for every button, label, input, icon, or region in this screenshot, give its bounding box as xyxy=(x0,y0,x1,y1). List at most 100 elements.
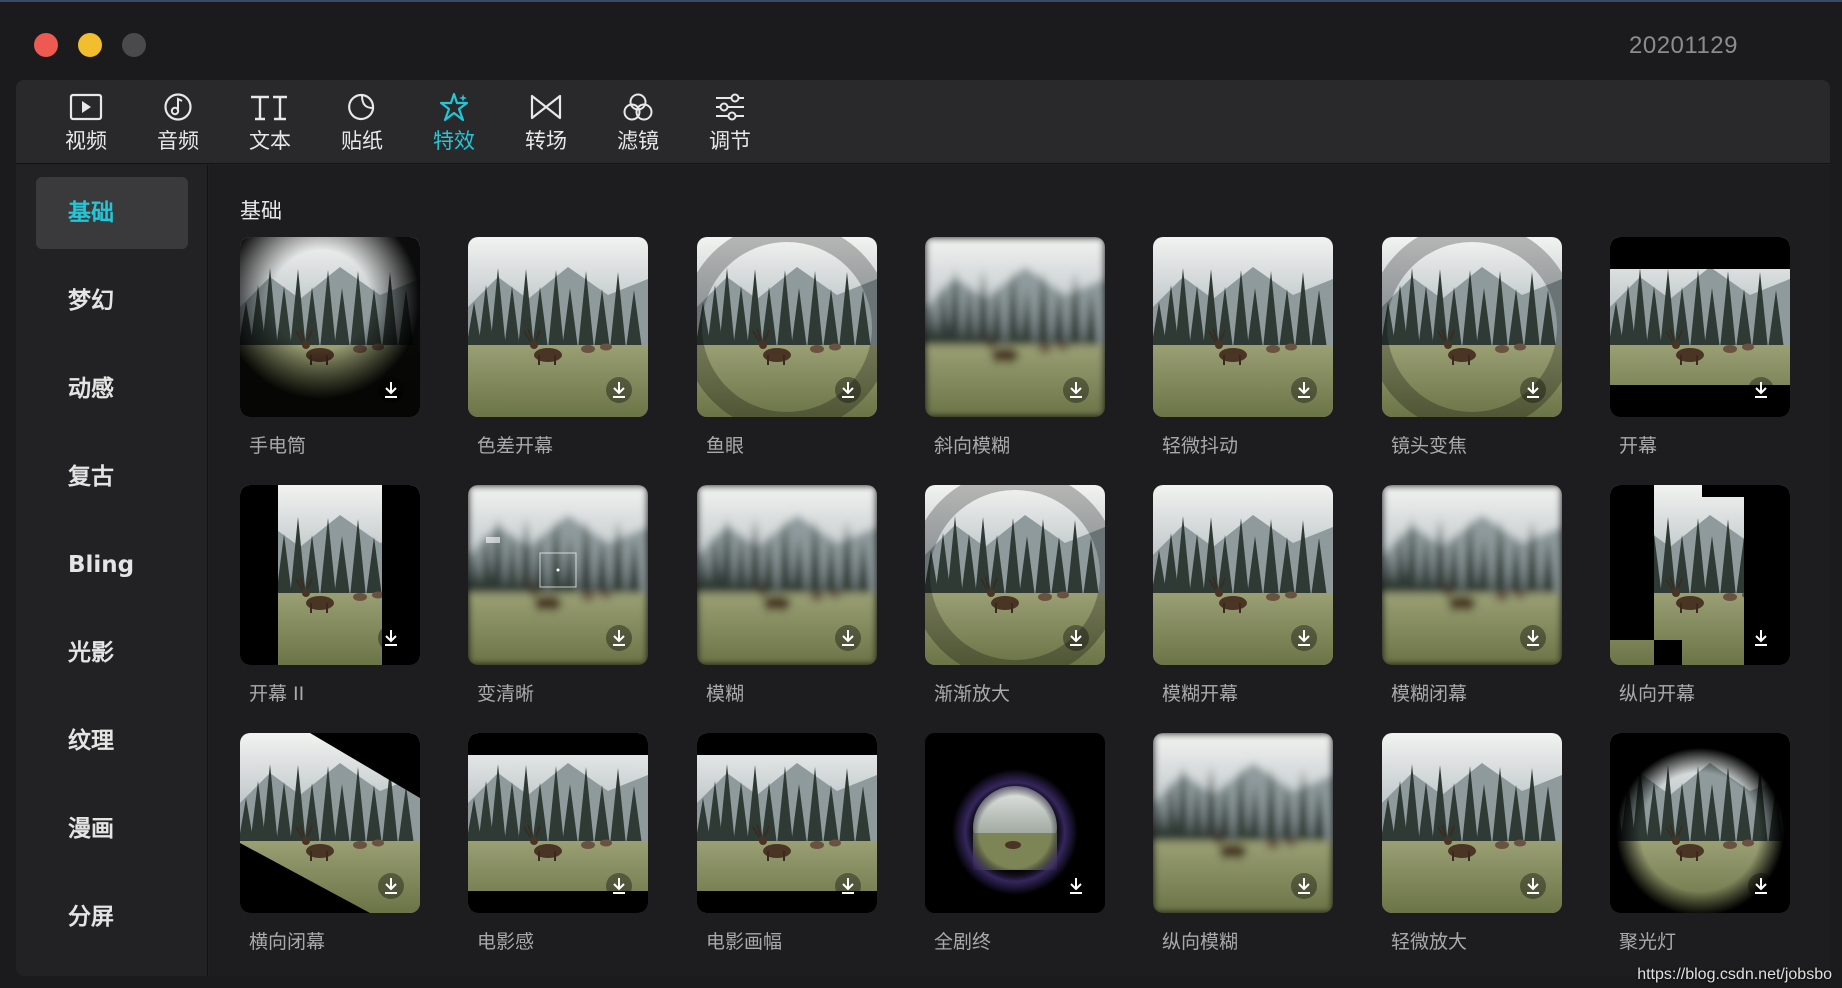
music-note-icon xyxy=(164,93,192,121)
tab-effects[interactable]: 特效 xyxy=(408,88,500,158)
effect-thumbnail[interactable] xyxy=(468,733,648,913)
effect-card[interactable]: 模糊闭幕 xyxy=(1382,485,1562,706)
download-icon[interactable] xyxy=(1291,873,1317,899)
download-icon[interactable] xyxy=(606,873,632,899)
tab-label: 音频 xyxy=(157,129,199,153)
download-icon[interactable] xyxy=(1063,625,1089,651)
download-icon[interactable] xyxy=(1063,377,1089,403)
effect-name: 聚光灯 xyxy=(1619,931,1677,953)
effect-card[interactable]: 电影画幅 xyxy=(697,733,877,954)
effect-card[interactable]: 开幕 xyxy=(1610,237,1790,458)
effect-card[interactable]: 模糊 xyxy=(697,485,877,706)
close-button[interactable] xyxy=(34,33,58,57)
download-icon[interactable] xyxy=(1748,873,1774,899)
effect-card[interactable]: 变清晰 xyxy=(468,485,648,706)
effect-card[interactable]: 聚光灯 xyxy=(1610,733,1790,954)
effect-name: 电影画幅 xyxy=(706,931,783,953)
effect-card[interactable]: 斜向模糊 xyxy=(925,237,1105,458)
download-icon[interactable] xyxy=(835,625,861,651)
title-bar: 20201129 xyxy=(0,2,1842,82)
effect-card[interactable]: 渐渐放大 xyxy=(925,485,1105,706)
effect-card[interactable]: 轻微抖动 xyxy=(1153,237,1333,458)
effect-card[interactable]: 模糊开幕 xyxy=(1153,485,1333,706)
download-icon[interactable] xyxy=(1063,873,1089,899)
sidebar-item-split-screen[interactable]: 分屏 xyxy=(36,881,188,953)
effect-thumbnail[interactable] xyxy=(240,237,420,417)
effect-thumbnail[interactable] xyxy=(1382,733,1562,913)
download-icon[interactable] xyxy=(1291,377,1317,403)
sidebar-item-basic[interactable]: 基础 xyxy=(36,177,188,249)
zoom-button[interactable] xyxy=(122,33,146,57)
download-icon[interactable] xyxy=(1748,625,1774,651)
effect-thumbnail[interactable] xyxy=(468,237,648,417)
sidebar-item-light-shadow[interactable]: 光影 xyxy=(36,617,188,689)
download-icon[interactable] xyxy=(378,625,404,651)
download-icon[interactable] xyxy=(1291,625,1317,651)
effect-thumbnail[interactable] xyxy=(697,237,877,417)
download-icon[interactable] xyxy=(378,377,404,403)
sidebar-item-bling[interactable]: Bling xyxy=(36,529,188,601)
effect-thumbnail[interactable] xyxy=(697,733,877,913)
effect-card[interactable]: 鱼眼 xyxy=(697,237,877,458)
transition-bowtie-icon xyxy=(530,94,562,120)
download-icon[interactable] xyxy=(606,625,632,651)
effect-thumbnail[interactable] xyxy=(240,485,420,665)
download-icon[interactable] xyxy=(606,377,632,403)
effect-thumbnail[interactable] xyxy=(925,237,1105,417)
effect-name: 手电筒 xyxy=(249,435,307,457)
effect-thumbnail[interactable] xyxy=(1382,485,1562,665)
effect-thumbnail[interactable] xyxy=(468,485,648,665)
effect-thumbnail[interactable] xyxy=(1610,237,1790,417)
download-icon[interactable] xyxy=(835,873,861,899)
effect-card[interactable]: 色差开幕 xyxy=(468,237,648,458)
tab-adjust[interactable]: 调节 xyxy=(684,88,776,158)
tab-transition[interactable]: 转场 xyxy=(500,88,592,158)
minimize-button[interactable] xyxy=(78,33,102,57)
tab-video[interactable]: 视频 xyxy=(40,88,132,158)
tab-audio[interactable]: 音频 xyxy=(132,88,224,158)
effect-card[interactable]: 镜头变焦 xyxy=(1382,237,1562,458)
effect-name: 纵向开幕 xyxy=(1619,683,1696,705)
effect-name: 模糊开幕 xyxy=(1162,683,1239,705)
tab-filter[interactable]: 滤镜 xyxy=(592,88,684,158)
sidebar-item-retro[interactable]: 复古 xyxy=(36,441,188,513)
effect-thumbnail[interactable] xyxy=(240,733,420,913)
effect-card[interactable]: 开幕 II xyxy=(240,485,420,706)
effect-name: 变清晰 xyxy=(477,683,535,705)
download-icon[interactable] xyxy=(1748,377,1774,403)
effect-card[interactable]: 纵向开幕 xyxy=(1610,485,1790,706)
effect-card[interactable]: 轻微放大 xyxy=(1382,733,1562,954)
download-icon[interactable] xyxy=(1520,625,1546,651)
sidebar-item-dynamic[interactable]: 动感 xyxy=(36,353,188,425)
download-icon[interactable] xyxy=(835,377,861,403)
download-icon[interactable] xyxy=(378,873,404,899)
effect-name: 色差开幕 xyxy=(477,435,554,457)
effect-thumbnail[interactable] xyxy=(1153,485,1333,665)
effect-card[interactable]: 纵向模糊 xyxy=(1153,733,1333,954)
media-toolbar: 视频 音频 文本 贴纸 特效 转场 滤镜 调节 xyxy=(16,80,1830,164)
effect-name: 斜向模糊 xyxy=(934,435,1011,457)
sidebar-item-comic[interactable]: 漫画 xyxy=(36,793,188,865)
effect-card[interactable]: 电影感 xyxy=(468,733,648,954)
effect-thumbnail[interactable] xyxy=(1382,237,1562,417)
effect-thumbnail[interactable] xyxy=(1153,733,1333,913)
download-icon[interactable] xyxy=(1520,377,1546,403)
sidebar-item-texture[interactable]: 纹理 xyxy=(36,705,188,777)
effect-thumbnail[interactable] xyxy=(1610,485,1790,665)
download-icon[interactable] xyxy=(1520,873,1546,899)
tab-text[interactable]: 文本 xyxy=(224,88,316,158)
sidebar-item-dreamy[interactable]: 梦幻 xyxy=(36,265,188,337)
effect-thumbnail[interactable] xyxy=(925,733,1105,913)
sparkle-star-icon xyxy=(439,92,469,122)
effect-thumbnail[interactable] xyxy=(925,485,1105,665)
effect-thumbnail[interactable] xyxy=(1153,237,1333,417)
effect-thumbnail[interactable] xyxy=(697,485,877,665)
effect-card[interactable]: 横向闭幕 xyxy=(240,733,420,954)
effect-thumbnail[interactable] xyxy=(1610,733,1790,913)
effect-card[interactable]: 全剧终 xyxy=(925,733,1105,954)
app-window: 20201129 视频 音频 文本 贴纸 特效 转场 滤镜 调节 基础 梦幻 动… xyxy=(0,0,1842,988)
effect-card[interactable]: 手电筒 xyxy=(240,237,420,458)
tab-label: 转场 xyxy=(525,129,567,153)
tab-sticker[interactable]: 贴纸 xyxy=(316,88,408,158)
effects-panel: 视频 音频 文本 贴纸 特效 转场 滤镜 调节 基础 梦幻 动感 复古 Blin… xyxy=(16,80,1830,976)
